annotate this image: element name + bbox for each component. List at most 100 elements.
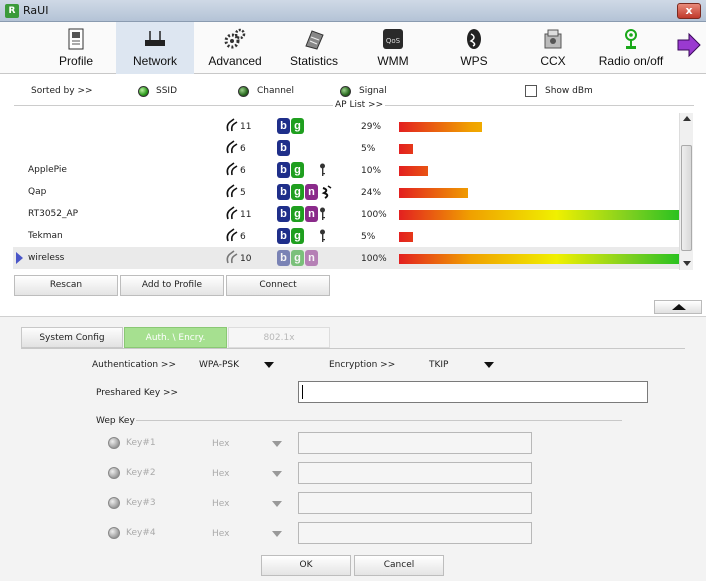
ap-signal-percent: 100% [361,210,387,220]
ap-row[interactable]: wireless 10 b g n 100% [13,247,685,269]
authentication-value[interactable]: WPA-PSK [199,360,239,370]
ap-row[interactable]: Qap 5 b g n 24% [13,181,680,203]
svg-text:QoS: QoS [386,37,401,45]
signal-strength-bar [399,122,482,132]
signal-strength-bar [399,166,428,176]
wep-key-label: Key#3 [126,498,156,508]
toolbar-label: Network [132,54,177,68]
mode-b-badge: b [277,228,290,244]
scroll-down-icon[interactable] [683,261,691,266]
channel-icon [226,184,238,198]
lock-key-icon [320,163,325,176]
ap-ssid: RT3052_AP [28,209,79,219]
channel-icon [226,206,238,220]
preshared-key-input[interactable] [298,381,648,403]
ap-ssid: wireless [28,253,65,263]
sort-signal-radio[interactable] [340,86,351,97]
ap-list[interactable]: 11 b g 29% 6 b 5% ApplePie 6 b g 10% Qap 5 b g n 24% RT305… [13,113,685,270]
toolbar-network[interactable]: Network [116,22,194,74]
ap-row[interactable]: 11 b g 29% [13,115,680,137]
signal-strength-bar [399,188,468,198]
ap-row[interactable]: ApplePie 6 b g 10% [13,159,680,181]
toolbar: Profile Network Advanced Statistics QoS … [0,22,706,74]
wep-format-dropdown-icon [272,441,282,447]
close-button[interactable]: x [677,3,701,19]
toolbar-statistics[interactable]: Statistics [278,22,350,74]
toolbar-label: Radio on/off [598,54,664,68]
sort-ssid-label: SSID [156,86,178,96]
wep-key-input [298,432,532,454]
ap-row[interactable]: Tekman 6 b g 5% [13,225,680,247]
encryption-label: Encryption >> [329,360,396,370]
authentication-label: Authentication >> [92,360,177,370]
ap-channel: 6 [240,166,246,176]
wps-icon [321,185,332,199]
ap-ssid: Qap [28,187,47,197]
cancel-button[interactable]: Cancel [354,555,444,576]
mode-g-badge: g [291,184,304,200]
mode-g-badge: g [291,162,304,178]
wep-key-input [298,462,532,484]
wep-key-format: Hex [212,529,230,539]
tab-divider [21,348,685,349]
ap-signal-percent: 100% [361,254,387,264]
toolbar-label: CCX [540,54,566,68]
tab-auth-encry[interactable]: Auth. \ Encry. [124,327,227,348]
toolbar-ccx[interactable]: CCX [518,22,588,74]
ap-channel: 6 [240,232,246,242]
collapse-button[interactable] [654,300,702,314]
encryption-value[interactable]: TKIP [429,360,448,370]
rescan-button[interactable]: Rescan [14,275,118,296]
wep-key-radio [108,467,120,479]
sort-ssid-radio[interactable] [138,86,149,97]
scroll-thumb[interactable] [681,145,692,251]
collapse-up-icon [672,304,686,310]
channel-icon [226,228,238,242]
arrow-right-icon[interactable] [676,32,702,58]
title-bar[interactable]: R RaUI x [0,0,706,22]
scroll-up-icon[interactable] [683,116,691,121]
toolbar-wps[interactable]: WPS [438,22,510,74]
mode-b-badge: b [277,118,290,134]
encryption-dropdown-icon[interactable] [484,362,494,368]
ap-row[interactable]: 6 b 5% [13,137,680,159]
signal-strength-bar [399,144,413,154]
wep-key-input [298,492,532,514]
ap-signal-percent: 5% [361,144,376,154]
show-dbm-checkbox[interactable] [525,85,537,97]
toolbar-wmm[interactable]: QoS WMM [358,22,428,74]
wep-key-label: Key#2 [126,468,156,478]
mode-b-badge: b [277,250,290,266]
mode-b-badge: b [277,206,290,222]
ap-list-scrollbar[interactable] [679,113,693,270]
tab-8021x: 802.1x [228,327,330,348]
toolbar-profile[interactable]: Profile [40,22,112,74]
mode-g-badge: g [291,118,304,134]
authentication-dropdown-icon[interactable] [264,362,274,368]
toolbar-label: Profile [58,54,93,68]
sorted-by-label: Sorted by >> [31,86,93,96]
tab-system-config[interactable]: System Config [21,327,123,348]
sort-signal-label: Signal [359,86,387,96]
add-to-profile-button[interactable]: Add to Profile [120,275,224,296]
ap-channel: 6 [240,144,246,154]
toolbar-label: WMM [377,54,409,68]
preshared-key-label: Preshared Key >> [96,388,179,398]
window-title: RaUI [23,4,49,17]
toolbar-advanced[interactable]: Advanced [196,22,274,74]
wep-format-dropdown-icon [272,501,282,507]
mode-n-badge: n [305,206,318,222]
profile-icon [68,28,84,50]
mode-n-badge: n [305,184,318,200]
ap-channel: 10 [240,254,252,264]
signal-strength-bar [399,254,685,264]
ap-ssid: Tekman [28,231,63,241]
toolbar-radio-onoff[interactable]: Radio on/off [592,22,670,74]
ap-channel: 11 [240,122,252,132]
sort-channel-radio[interactable] [238,86,249,97]
ap-row[interactable]: RT3052_AP 11 b g n 100% [13,203,685,225]
sort-channel-label: Channel [257,86,294,96]
toolbar-label: Advanced [208,54,262,68]
ok-button[interactable]: OK [261,555,351,576]
connect-button[interactable]: Connect [226,275,330,296]
